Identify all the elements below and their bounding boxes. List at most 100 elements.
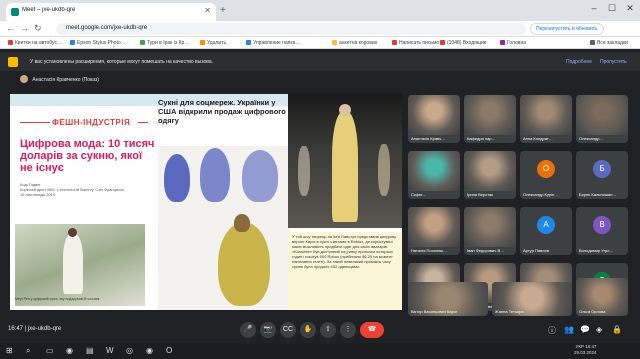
bookmark-item[interactable]: анкетна коровин: [332, 40, 377, 46]
article-textbox: У той шоу творець на їм'я Павстун предст…: [288, 232, 402, 310]
chat-icon[interactable]: 💬: [580, 325, 590, 334]
minimize-icon[interactable]: –: [585, 3, 603, 13]
details-link[interactable]: Подробнее: [566, 59, 592, 65]
bookmark-item[interactable]: Написать письмо: [392, 40, 439, 46]
participant-name: Кафедра нар…: [467, 136, 496, 141]
browser-tab[interactable]: Meet – jxe-ukdb-qre ✕: [6, 3, 216, 21]
info-icon[interactable]: ⓘ: [548, 325, 556, 336]
bookmark-favicon-icon: [70, 40, 75, 45]
participant-tile[interactable]: А Артур Павлов: [520, 207, 572, 255]
presenter-avatar: [20, 75, 28, 83]
participant-name: Наталія Похилюк…: [411, 248, 447, 253]
camera-icon[interactable]: 📷: [260, 322, 276, 338]
participant-tile[interactable]: Анна Кондрат…: [520, 95, 572, 143]
participant-tile[interactable]: Жанна Тетьора: [492, 282, 572, 316]
participant-tile[interactable]: Софія…: [408, 151, 460, 199]
meet-favicon-icon: [11, 8, 19, 16]
bookmark-label: Квитки на автобус…: [15, 40, 62, 46]
participant-tile[interactable]: Б Борис Кальнишан…: [576, 151, 628, 199]
raise-hand-icon[interactable]: ✋: [300, 322, 316, 338]
presenter-name: Анастасія Кравченко (Показ): [32, 77, 99, 83]
lock-icon[interactable]: 🔒: [612, 325, 622, 334]
participant-tile[interactable]: Анастасія Кравч…: [408, 95, 460, 143]
participant-name: Олександр Курін…: [523, 192, 559, 197]
presenter-label: Анастасія Кравченко (Показ): [20, 75, 160, 87]
bookmark-item[interactable]: Тури в Ірак із Кр…: [140, 40, 189, 46]
participant-tile[interactable]: Ірина Верстак: [464, 151, 516, 199]
participant-tile[interactable]: О Олександр Курін…: [520, 151, 572, 199]
participant-tile[interactable]: Ольга Орлова: [576, 278, 628, 316]
bookmark-label: Головна: [507, 40, 526, 46]
participant-avatar: О: [537, 160, 555, 178]
start-icon[interactable]: ⊞: [6, 346, 13, 355]
participant-name: Анна Кондрат…: [523, 136, 553, 141]
participant-name: Ольга Орлова: [579, 309, 606, 314]
bookmark-favicon-icon: [200, 40, 205, 45]
maximize-icon[interactable]: ☐: [603, 3, 621, 14]
chrome-app-icon[interactable]: ◉: [146, 346, 153, 355]
participant-video: [408, 151, 460, 191]
word-icon[interactable]: W: [106, 346, 114, 355]
participant-video: [576, 95, 628, 135]
bookmark-label: Epson Stylus Photo…: [77, 40, 126, 46]
bookmark-favicon-icon: [246, 40, 251, 45]
opera-icon[interactable]: O: [166, 346, 172, 355]
close-tab-icon[interactable]: ✕: [204, 6, 211, 15]
windows-taskbar: [0, 343, 640, 359]
participant-avatar: Б: [593, 160, 611, 178]
bookmark-item[interactable]: Управление папка…: [246, 40, 300, 46]
more-options-icon[interactable]: ⋮: [340, 322, 356, 338]
bookmark-favicon-icon: [440, 40, 445, 45]
participant-tile[interactable]: Наталія Похилюк…: [408, 207, 460, 255]
bookmark-favicon-icon: [392, 40, 397, 45]
new-tab-icon[interactable]: +: [220, 5, 226, 16]
participant-name: Олександр…: [579, 136, 604, 141]
participant-avatar: В: [593, 216, 611, 234]
forward-icon[interactable]: →: [20, 23, 29, 33]
microphone-icon[interactable]: 🎤: [240, 322, 256, 338]
participant-name: Жанна Тетьора: [495, 309, 524, 314]
captions-icon[interactable]: CC: [280, 322, 296, 338]
reload-icon[interactable]: ↻: [34, 23, 42, 34]
bookmark-item[interactable]: Квитки на автобус…: [8, 40, 62, 46]
bookmark-item[interactable]: Головна: [500, 40, 526, 46]
file-explorer-icon[interactable]: ▤: [86, 346, 94, 355]
back-icon[interactable]: ←: [6, 23, 15, 33]
sub-headline: Сукні для соцмереж. Українки у США відкр…: [158, 98, 286, 125]
close-window-icon[interactable]: ✕: [621, 3, 639, 14]
participant-video: [408, 207, 460, 247]
dress-images: [158, 146, 290, 310]
article-headline: Цифрова мода: 10 тисяч доларів за сукню,…: [20, 138, 155, 174]
bookmark-item[interactable]: Epson Stylus Photo…: [70, 40, 126, 46]
update-button[interactable]: Перезапустить и обновить: [530, 23, 604, 35]
tab-title: Meet – jxe-ukdb-qre: [22, 7, 76, 13]
bookmark-label: (1048) Входящие: [447, 40, 487, 46]
participant-avatar: А: [537, 216, 555, 234]
skip-link[interactable]: Пропустить: [600, 59, 627, 65]
participant-name: Віктор Васильович Кароткі: [411, 309, 457, 314]
bookmark-label: Все закладки: [597, 40, 628, 46]
people-icon[interactable]: 👥: [564, 325, 574, 334]
language-indicator[interactable]: УКР: [576, 344, 584, 349]
search-icon[interactable]: ⌕: [26, 346, 30, 356]
viber-icon[interactable]: ◎: [126, 346, 133, 355]
bookmark-label: Управление папка…: [253, 40, 301, 46]
participant-name: Ірина Верстак: [467, 192, 493, 197]
participant-tile[interactable]: В Володимир Угро…: [576, 207, 628, 255]
bookmark-label: Удалить: [207, 40, 227, 46]
participant-tile[interactable]: Іван Федорович В…: [464, 207, 516, 255]
bookmark-item[interactable]: Все закладки: [590, 40, 628, 46]
participant-tile[interactable]: Олександр…: [576, 95, 628, 143]
present-icon[interactable]: ⇧: [320, 322, 336, 338]
task-view-icon[interactable]: ▭: [46, 346, 54, 355]
participant-video: [520, 95, 572, 135]
bookmark-item[interactable]: Удалить: [200, 40, 226, 46]
participant-tile[interactable]: Кафедра нар…: [464, 95, 516, 143]
bookmark-item[interactable]: (1048) Входящие: [440, 40, 487, 46]
participant-tile[interactable]: Віктор Васильович Кароткі: [408, 282, 488, 316]
chrome-icon[interactable]: ◉: [66, 346, 73, 355]
end-call-button[interactable]: ☎: [360, 322, 384, 338]
address-bar[interactable]: meet.google.com/jxe-ukdb-qre: [56, 23, 526, 35]
activities-icon[interactable]: ◈: [596, 325, 602, 334]
photo-caption: Мері Рен у цифровій сукні, яку подарував…: [15, 297, 100, 301]
